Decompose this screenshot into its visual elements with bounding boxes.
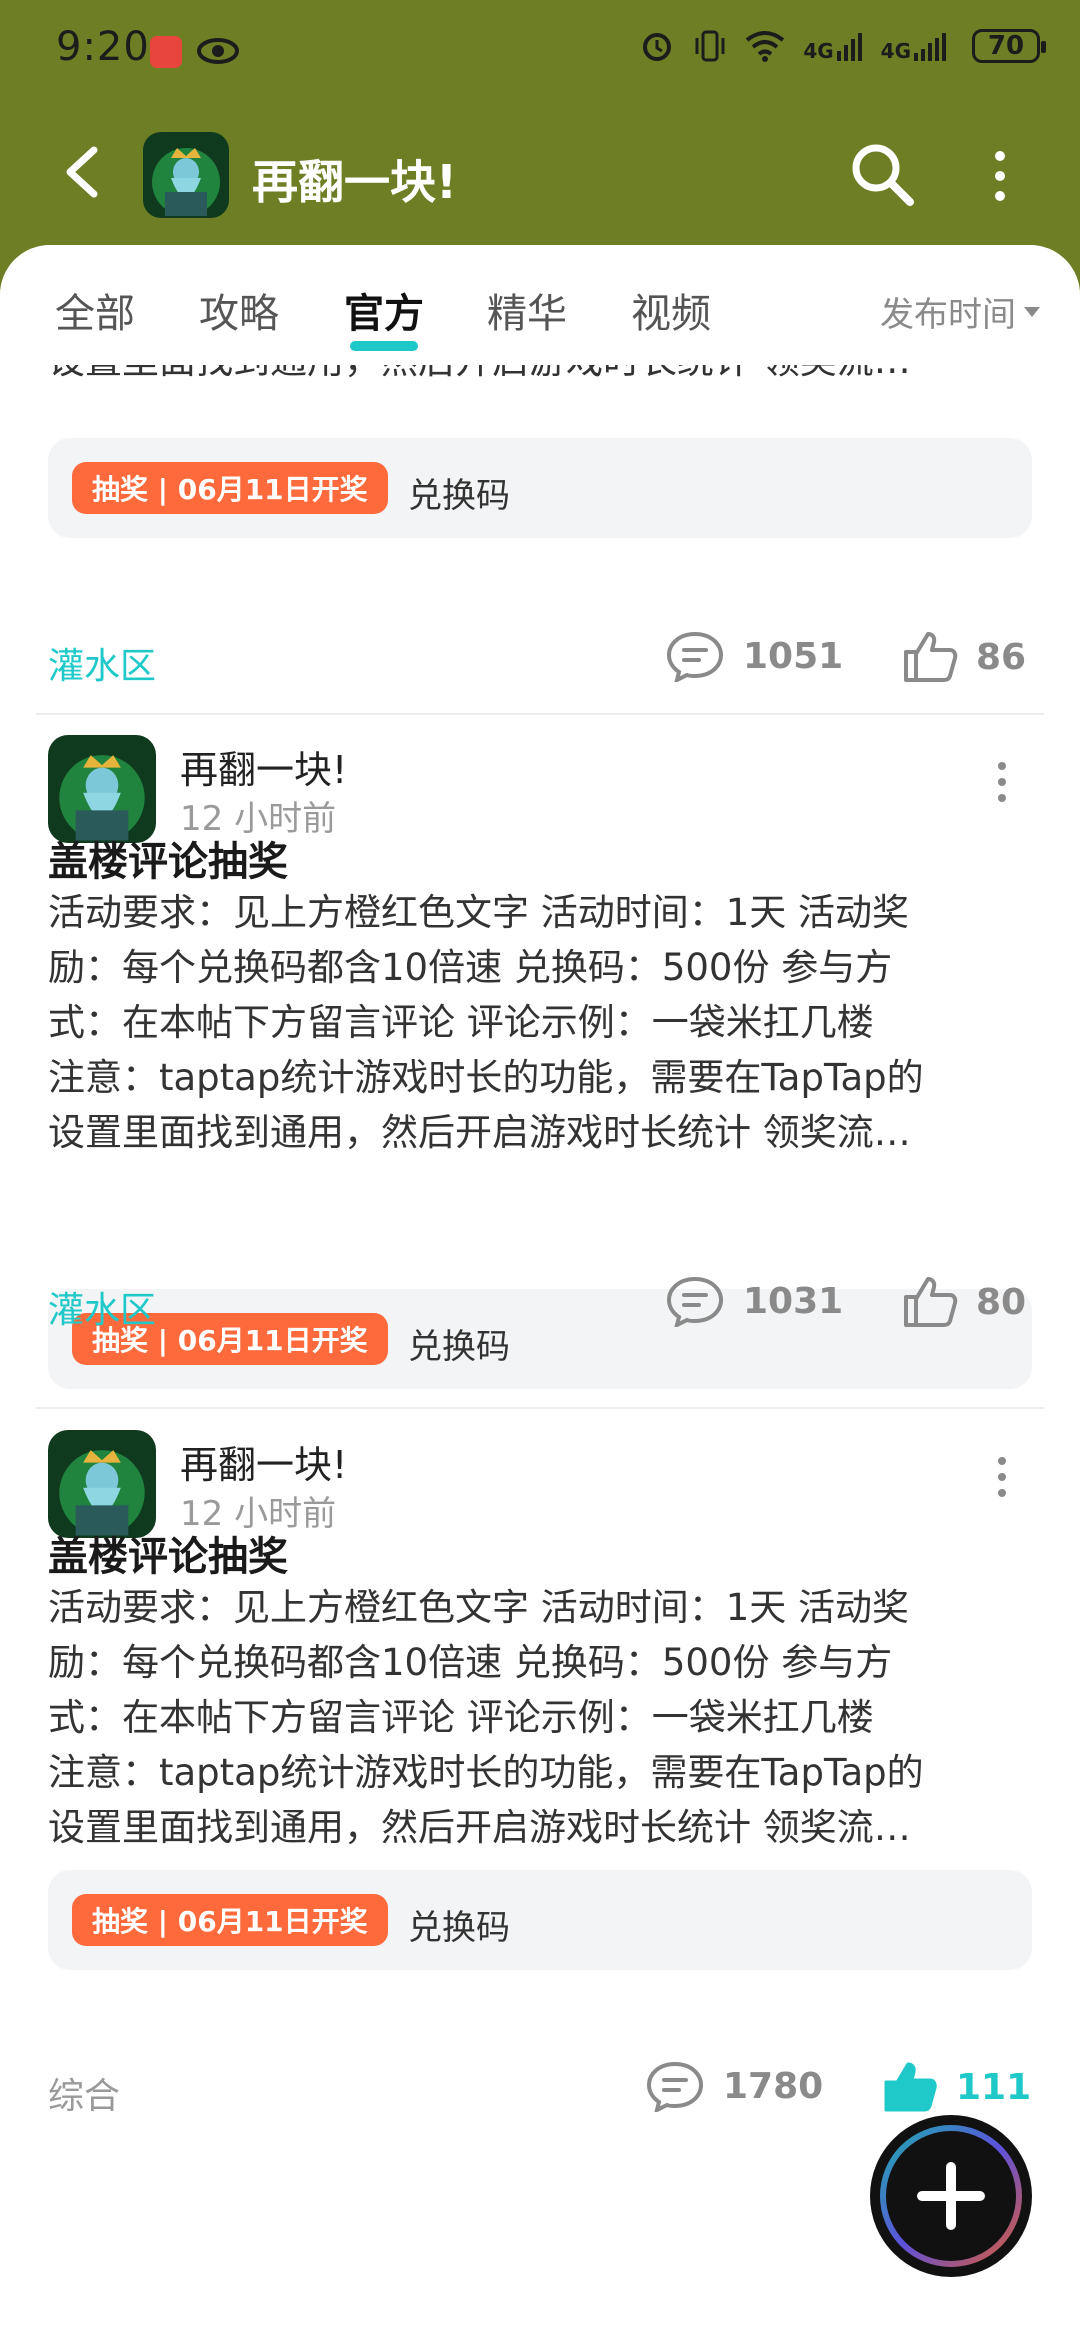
- post-body-line: 励：每个兑换码都含10倍速 兑换码：500份 参与方: [48, 946, 893, 989]
- tab-official[interactable]: 官方: [344, 281, 424, 351]
- like-count-value: 111: [956, 2066, 1032, 2108]
- divider: [36, 1407, 1044, 1409]
- post-body-line: 活动要求：见上方橙红色文字 活动时间：1天 活动奖: [48, 891, 910, 934]
- post-card[interactable]: 再翻一块! 12 小时前 盖楼评论抽奖 活动要求：见上方橙红色文字 活动时间：1…: [0, 715, 1080, 1389]
- post-title: 盖楼评论抽奖: [48, 1534, 288, 1580]
- active-tab-indicator: [350, 341, 418, 351]
- comment-icon: [646, 2061, 704, 2112]
- comment-count-value: 1031: [743, 1280, 844, 1322]
- lottery-tag: 抽奖 | 06月11日开奖: [72, 1894, 388, 1946]
- post-footer: 灌水区 1031 80: [0, 1276, 1080, 1365]
- thumbs-up-icon: [904, 632, 958, 682]
- post-category[interactable]: 灌水区: [48, 1281, 156, 1333]
- more-vertical-icon[interactable]: [994, 760, 1010, 804]
- like-count[interactable]: 86: [902, 630, 1026, 684]
- create-post-button[interactable]: [870, 2115, 1032, 2277]
- app-bar: 再翻一块!: [0, 100, 1080, 250]
- chevron-down-icon: [1024, 306, 1040, 317]
- tab-label: 官方: [344, 291, 424, 337]
- like-count[interactable]: 80: [902, 1275, 1026, 1329]
- content-sheet: 全部 攻略 官方 精华 视频 发布时间 设置里面找到通用，然后开启游戏时长统计 …: [0, 245, 1080, 2340]
- post-tag-bar[interactable]: 抽奖 | 06月11日开奖 兑换码: [48, 438, 1032, 538]
- tab-label: 攻略: [199, 291, 279, 337]
- battery-indicator: 70: [972, 29, 1046, 63]
- tab-guides[interactable]: 攻略: [199, 281, 279, 339]
- more-vertical-icon[interactable]: [990, 148, 1010, 204]
- author-name[interactable]: 再翻一块!: [180, 1434, 347, 1489]
- back-arrow-icon[interactable]: [56, 142, 116, 202]
- author-name[interactable]: 再翻一块!: [180, 739, 347, 794]
- status-time: 9:20: [56, 24, 150, 70]
- comment-count[interactable]: 1780: [645, 2060, 823, 2112]
- tab-label: 全部: [55, 291, 135, 337]
- author-avatar[interactable]: [48, 735, 156, 843]
- tag-text: 兑换码: [408, 476, 510, 516]
- eye-icon: [197, 38, 239, 64]
- like-count-value: 80: [976, 1281, 1027, 1323]
- post-tag-bar[interactable]: 抽奖 | 06月11日开奖 兑换码: [48, 1870, 1032, 1970]
- post-body-line: 注意：taptap统计游戏时长的功能，需要在TapTap的: [48, 1751, 924, 1794]
- post-category[interactable]: 综合: [48, 2067, 120, 2119]
- signal-bars-icon: [836, 33, 862, 61]
- comment-icon: [666, 631, 724, 682]
- sort-label: 发布时间: [880, 295, 1016, 335]
- post-body-line: 式：在本帖下方留言评论 评论示例：一袋米扛几楼: [48, 1696, 874, 1739]
- thumbs-up-icon: [904, 1277, 958, 1327]
- sort-dropdown[interactable]: 发布时间: [880, 287, 1040, 336]
- post-body-line: 注意：taptap统计游戏时长的功能，需要在TapTap的: [48, 1056, 924, 1099]
- signal-bars-icon: [914, 33, 946, 61]
- post-body-line: 活动要求：见上方橙红色文字 活动时间：1天 活动奖: [48, 1586, 910, 1629]
- comment-icon: [666, 1276, 724, 1327]
- like-count-value: 86: [976, 636, 1027, 678]
- comment-count[interactable]: 1051: [665, 630, 843, 682]
- tag-text: 兑换码: [408, 1908, 510, 1948]
- alarm-icon: [643, 33, 672, 61]
- comment-count-value: 1051: [743, 635, 844, 677]
- cell-signal-1: 4G: [803, 31, 862, 61]
- lottery-tag: 抽奖 | 06月11日开奖: [72, 462, 388, 514]
- more-vertical-icon[interactable]: [994, 1455, 1010, 1499]
- net-type-2: 4G: [880, 39, 911, 63]
- post-body-line: 式：在本帖下方留言评论 评论示例：一袋米扛几楼: [48, 1001, 874, 1044]
- plus-icon: [880, 2125, 1022, 2267]
- author-avatar[interactable]: [48, 1430, 156, 1538]
- status-bar: 9:20 4G 4G 70: [0, 0, 1080, 100]
- post-body-line: 励：每个兑换码都含10倍速 兑换码：500份 参与方: [48, 1641, 893, 1684]
- app-notification-icon: [150, 36, 182, 68]
- tab-all[interactable]: 全部: [55, 281, 135, 339]
- post-body-line: 设置里面找到通用，然后开启游戏时长统计 领奖流…: [48, 1111, 911, 1154]
- search-icon[interactable]: [848, 140, 918, 210]
- tab-bar: 全部 攻略 官方 精华 视频 发布时间: [0, 245, 1080, 365]
- comment-count-value: 1780: [723, 2065, 824, 2107]
- vibrate-icon: [695, 30, 725, 62]
- post-body: 活动要求：见上方橙红色文字 活动时间：1天 活动奖 励：每个兑换码都含10倍速 …: [48, 1580, 1033, 1855]
- tab-featured[interactable]: 精华: [487, 281, 567, 339]
- tab-label: 精华: [487, 291, 567, 337]
- thumbs-up-icon: [884, 2062, 937, 2112]
- tab-label: 视频: [631, 291, 711, 337]
- post-body: 活动要求：见上方橙红色文字 活动时间：1天 活动奖 励：每个兑换码都含10倍速 …: [48, 885, 1033, 1160]
- wifi-icon: [746, 31, 785, 62]
- comment-count[interactable]: 1031: [665, 1275, 843, 1327]
- cell-signal-2: 4G: [881, 31, 954, 61]
- tab-videos[interactable]: 视频: [631, 281, 711, 339]
- status-icons: 4G 4G 70: [639, 28, 1046, 64]
- like-count[interactable]: 111: [882, 2060, 1031, 2114]
- net-type-1: 4G: [803, 39, 834, 63]
- game-icon[interactable]: [143, 132, 229, 218]
- post-title: 盖楼评论抽奖: [48, 839, 288, 885]
- page-title: 再翻一块!: [252, 155, 457, 209]
- post-body-line: 设置里面找到通用，然后开启游戏时长统计 领奖流…: [48, 1806, 911, 1849]
- post-category[interactable]: 灌水区: [48, 637, 156, 689]
